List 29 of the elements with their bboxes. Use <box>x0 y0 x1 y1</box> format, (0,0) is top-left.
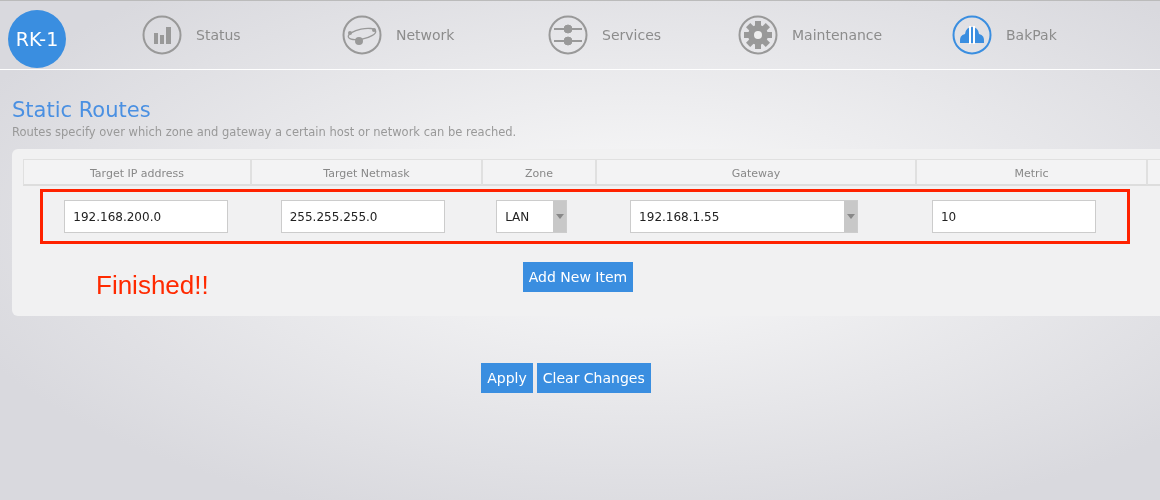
bar-chart-icon[interactable] <box>142 15 182 55</box>
caret-icon <box>555 214 564 219</box>
column-header: Zone <box>482 159 596 186</box>
sliders-icon[interactable] <box>548 15 588 55</box>
orbit-icon[interactable] <box>342 15 382 55</box>
nav-tab[interactable]: Network <box>396 27 455 43</box>
input-field[interactable]: 10 <box>931 200 1096 233</box>
settings-icon[interactable] <box>738 15 778 55</box>
annotation-text: Finished!! <box>96 270 209 301</box>
action-button[interactable]: Apply <box>481 363 533 393</box>
column-header: Gateway <box>596 159 916 186</box>
dropdown[interactable]: LAN <box>496 200 568 233</box>
nav-tab[interactable]: Services <box>602 27 662 43</box>
action-button[interactable]: Clear Changes <box>536 363 651 393</box>
add-item-button[interactable]: Add New Item <box>522 262 634 292</box>
dropdown[interactable]: 192.168.1.55 <box>630 200 859 233</box>
page-title: Static Routes <box>12 98 152 122</box>
input-field[interactable]: 255.255.255.0 <box>280 200 445 233</box>
caret-icon <box>846 214 855 219</box>
column-header: Metric <box>916 159 1147 186</box>
page-description: Routes specify over which zone and gateway a certain host or network can be reached. <box>12 125 518 139</box>
nav-tab[interactable]: Status <box>196 27 241 43</box>
column-header: Target IP address <box>23 159 251 186</box>
cloud-icon[interactable] <box>952 15 992 55</box>
column-header: Target Netmask <box>251 159 482 186</box>
logo[interactable]: RK-1 <box>8 10 66 68</box>
nav-tab[interactable]: BakPak <box>1006 27 1057 43</box>
nav-tab[interactable]: Maintenance <box>792 27 883 43</box>
input-field[interactable]: 192.168.200.0 <box>64 200 229 233</box>
